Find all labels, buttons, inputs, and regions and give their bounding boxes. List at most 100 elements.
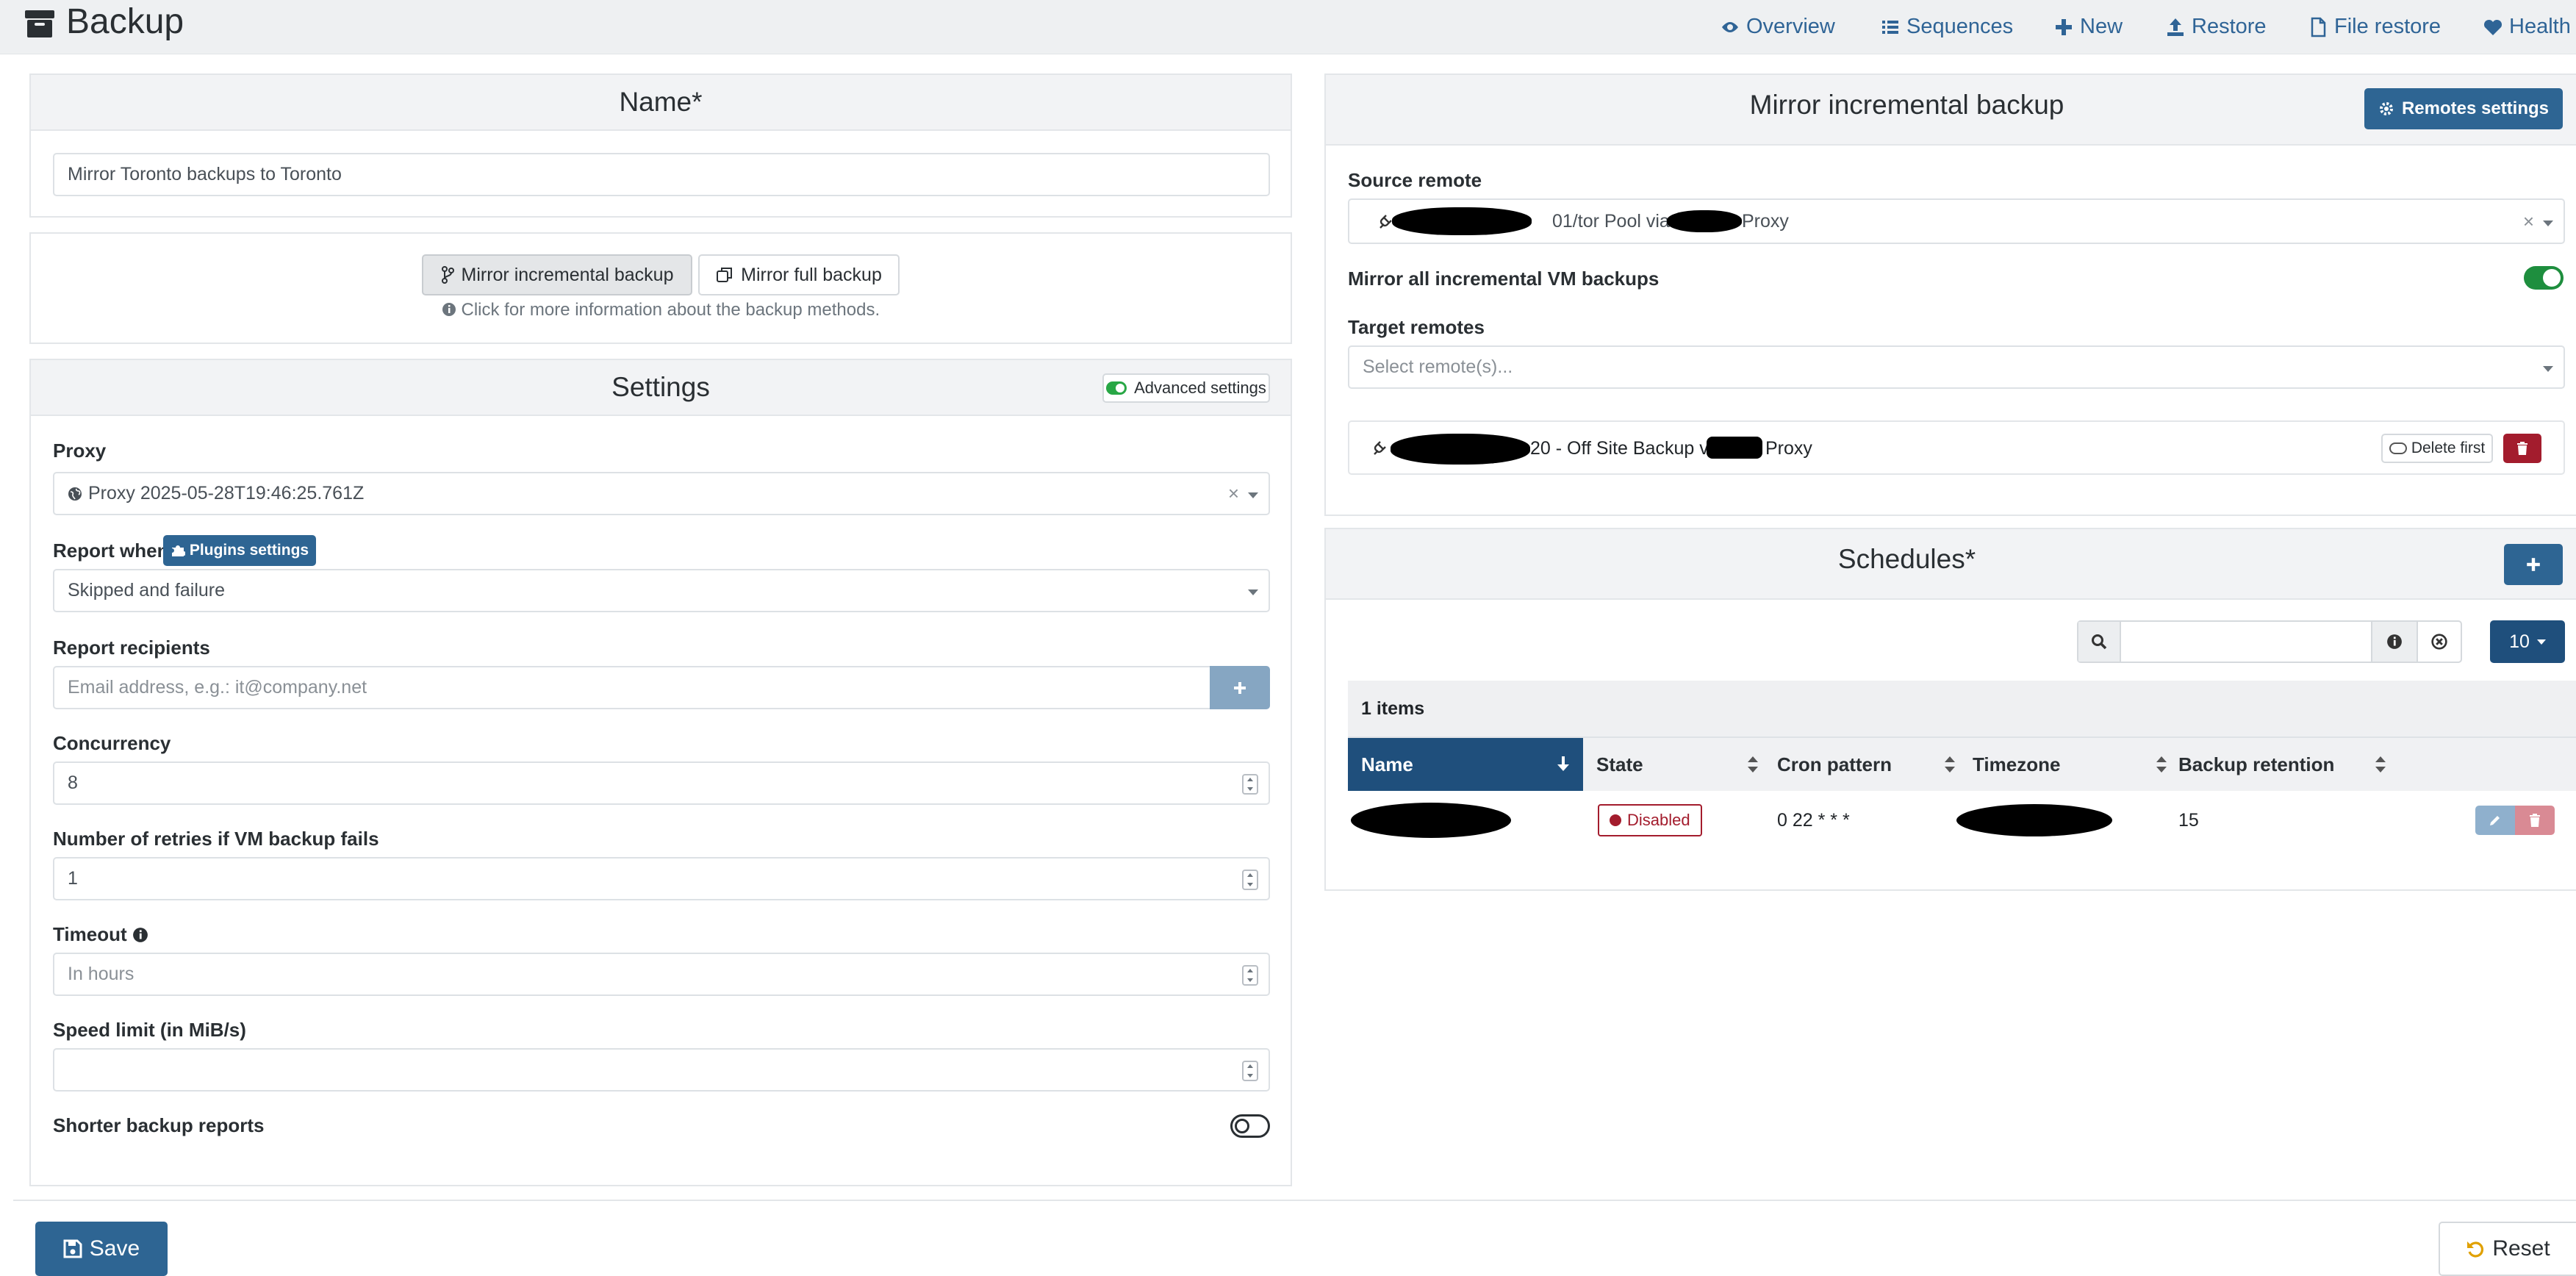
col-name-header[interactable]: Name <box>1348 738 1583 791</box>
search-addon <box>2078 622 2121 662</box>
clear-search-button[interactable] <box>2417 622 2461 662</box>
sort-icon <box>2156 756 2167 773</box>
col-cron-header[interactable]: Cron pattern <box>1777 738 1965 791</box>
number-spinner[interactable] <box>1242 965 1258 986</box>
nav-restore[interactable]: Restore <box>2165 15 2267 39</box>
plus-icon <box>1234 681 1246 694</box>
backup-methods-info-text: Click for more information about the bac… <box>461 300 880 320</box>
col-label: Name <box>1361 753 1413 775</box>
reset-button[interactable]: Reset <box>2439 1222 2576 1276</box>
reset-label: Reset <box>2492 1236 2550 1261</box>
nav-label: Sequences <box>1906 15 2014 38</box>
add-recipient-button[interactable] <box>1210 666 1270 709</box>
trash-icon <box>2517 442 2527 455</box>
timeout-label-text: Timeout <box>53 923 127 945</box>
timeout-input[interactable]: In hours <box>53 953 1270 996</box>
chevron-down-icon <box>1248 589 1258 595</box>
mirror-incremental-label: Mirror incremental backup <box>461 264 674 285</box>
nav-file-restore[interactable]: File restore <box>2308 15 2441 39</box>
search-icon <box>2092 634 2107 650</box>
list-icon <box>1882 20 1898 34</box>
redacted-text <box>1956 804 2112 836</box>
retries-label: Number of retries if VM backup fails <box>53 828 379 850</box>
add-schedule-button[interactable] <box>2504 544 2563 585</box>
redacted-text <box>1351 803 1511 838</box>
col-state-header[interactable]: State <box>1596 738 1768 791</box>
col-label: Cron pattern <box>1777 753 1892 775</box>
job-name-input[interactable]: Mirror Toronto backups to Toronto <box>53 153 1270 196</box>
concurrency-input[interactable]: 8 <box>53 761 1270 805</box>
save-button[interactable]: Save <box>35 1222 168 1276</box>
target-remotes-select[interactable]: Select remote(s)... <box>1348 345 2565 389</box>
redacted-text <box>1667 210 1742 232</box>
info-circle-icon <box>442 303 456 316</box>
schedule-search-input[interactable] <box>2123 622 2371 662</box>
report-when-select[interactable]: Skipped and failure <box>53 569 1270 612</box>
number-spinner[interactable] <box>1242 1061 1258 1081</box>
settings-panel: Settings Advanced settings Proxy Proxy 2… <box>29 359 1292 1186</box>
nav-label: Overview <box>1746 15 1835 38</box>
table-header: Name State Cron pattern Timezone Backup … <box>1348 738 2576 791</box>
nav-new[interactable]: New <box>2053 15 2123 39</box>
table-row[interactable]: Disabled 0 22 * * * 15 <box>1348 791 2576 850</box>
search-info-button[interactable] <box>2371 622 2417 662</box>
info-circle-icon <box>2387 634 2402 649</box>
backup-mode-panel: Mirror incremental backup Mirror full ba… <box>29 232 1292 344</box>
advanced-settings-toggle[interactable]: Advanced settings <box>1102 373 1270 403</box>
col-label: Backup retention <box>2178 753 2335 775</box>
clear-source-icon[interactable]: × <box>2523 210 2534 233</box>
info-circle-icon[interactable] <box>132 927 148 943</box>
chevron-down-icon <box>2543 366 2553 372</box>
mirror-full-label: Mirror full backup <box>741 264 882 285</box>
mirror-incremental-button[interactable]: Mirror incremental backup <box>422 254 692 295</box>
shorter-reports-label: Shorter backup reports <box>53 1114 265 1136</box>
mirror-all-toggle[interactable] <box>2524 266 2564 290</box>
toggle-knob <box>1235 1119 1249 1133</box>
plug-icon <box>1374 441 1386 455</box>
archive-icon <box>25 10 54 37</box>
backup-methods-info-link[interactable]: Click for more information about the bac… <box>31 300 1291 320</box>
number-spinner[interactable] <box>1242 774 1258 795</box>
status-badge: Disabled <box>1598 804 1702 836</box>
schedules-panel-header: Schedules* <box>1326 529 2576 600</box>
page-size-value: 10 <box>2509 631 2530 652</box>
source-remote-select[interactable]: 01/tor Pool via Proxy × <box>1348 198 2565 244</box>
name-panel-header: Name* <box>31 75 1291 131</box>
save-label: Save <box>89 1236 140 1261</box>
retries-value: 1 <box>68 868 78 889</box>
speed-limit-label: Speed limit (in MiB/s) <box>53 1019 246 1041</box>
nav-sequences[interactable]: Sequences <box>1880 15 2013 39</box>
delete-target-button[interactable] <box>2503 434 2541 463</box>
delete-schedule-button[interactable] <box>2515 806 2555 835</box>
nav-label: Restore <box>2192 15 2267 38</box>
toggle-knob <box>2543 269 2561 287</box>
nav-overview[interactable]: Overview <box>1720 15 1835 39</box>
target-remotes-label: Target remotes <box>1348 316 1485 338</box>
retries-input[interactable]: 1 <box>53 857 1270 900</box>
mirror-panel-header: Mirror incremental backup Remotes settin… <box>1326 75 2576 146</box>
remotes-settings-button[interactable]: Remotes settings <box>2364 88 2563 129</box>
globe-icon <box>68 487 82 501</box>
shorter-reports-toggle[interactable] <box>1230 1114 1270 1138</box>
plus-icon <box>2056 18 2072 35</box>
edit-schedule-button[interactable] <box>2475 806 2515 835</box>
page-size-select[interactable]: 10 <box>2490 620 2565 663</box>
nav-label: Health <box>2509 15 2571 38</box>
speed-limit-input[interactable] <box>53 1048 1270 1092</box>
clear-proxy-icon[interactable]: × <box>1228 482 1239 505</box>
eye-icon <box>1722 21 1738 32</box>
mirror-panel: Mirror incremental backup Remotes settin… <box>1324 74 2576 516</box>
number-spinner[interactable] <box>1242 870 1258 890</box>
plugins-settings-button[interactable]: Plugins settings <box>163 535 316 566</box>
mirror-full-button[interactable]: Mirror full backup <box>698 254 900 295</box>
upload-icon <box>2167 18 2184 36</box>
delete-first-toggle[interactable]: Delete first <box>2381 434 2493 463</box>
report-recipients-input[interactable]: Email address, e.g.: it@company.net <box>53 666 1214 709</box>
proxy-select[interactable]: Proxy 2025-05-28T19:46:25.761Z × <box>53 472 1270 515</box>
col-timezone-header[interactable]: Timezone <box>1973 738 2177 791</box>
col-retention-header[interactable]: Backup retention <box>2178 738 2396 791</box>
nav-health[interactable]: Health <box>2483 15 2571 39</box>
plug-icon <box>1380 215 1392 229</box>
floppy-icon <box>63 1239 82 1258</box>
target-remote-item: 20 - Off Site Backup via Proxy Delete fi… <box>1348 420 2565 475</box>
